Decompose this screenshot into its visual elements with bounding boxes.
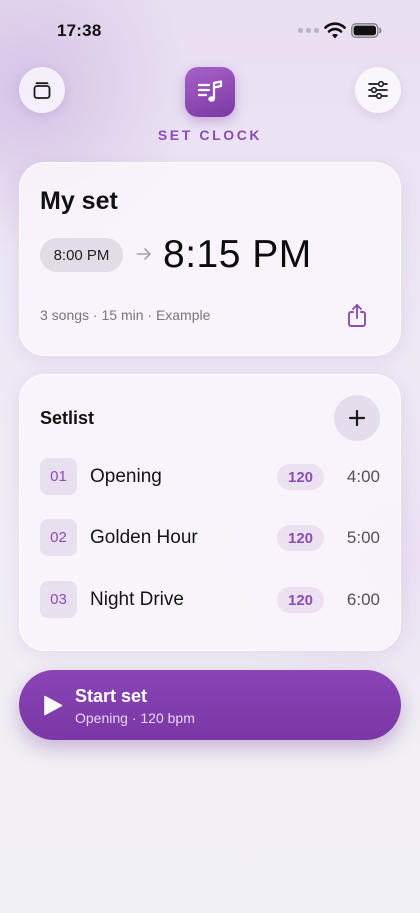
- end-time: 8:15 PM: [163, 233, 312, 276]
- play-icon: [44, 695, 63, 716]
- battery-icon: [351, 23, 382, 38]
- song-title: Night Drive: [90, 589, 184, 610]
- song-row[interactable]: 01 Opening 120 4:00: [19, 457, 401, 497]
- song-row[interactable]: 03 Night Drive 120 6:00: [19, 580, 401, 620]
- wifi-icon: [324, 22, 346, 39]
- app-title: SET CLOCK: [157, 127, 263, 143]
- song-number: 03: [40, 581, 77, 618]
- setlist-card: Setlist 01 Opening 120 4:00 02 Golden Ho…: [19, 374, 401, 651]
- stack-icon: [33, 82, 51, 99]
- song-row[interactable]: 02 Golden Hour 120 5:00: [19, 518, 401, 558]
- bpm-badge: 120: [277, 464, 324, 490]
- song-duration: 6:00: [346, 590, 380, 609]
- arrow-right-icon: [136, 248, 151, 260]
- start-set-label: Start set: [75, 686, 148, 706]
- settings-button[interactable]: [355, 67, 401, 113]
- bpm-badge: 120: [277, 587, 324, 613]
- cellular-dots-icon: [298, 28, 320, 36]
- set-meta: 3 songs · 15 min · Example: [40, 307, 211, 323]
- app-logo: [185, 67, 235, 117]
- share-icon[interactable]: [344, 302, 370, 330]
- sliders-icon: [368, 80, 388, 100]
- song-number: 02: [40, 519, 77, 556]
- plus-icon: [348, 409, 366, 427]
- song-duration: 4:00: [346, 467, 380, 486]
- add-song-button[interactable]: [334, 395, 380, 441]
- set-name: My set: [40, 187, 118, 215]
- bpm-badge: 120: [277, 525, 324, 551]
- song-number: 01: [40, 458, 77, 495]
- song-title: Opening: [90, 466, 162, 487]
- library-button[interactable]: [19, 67, 65, 113]
- start-set-button[interactable]: Start set Opening · 120 bpm: [19, 670, 401, 740]
- start-time-pill[interactable]: 8:00 PM: [40, 238, 123, 272]
- song-duration: 5:00: [346, 528, 380, 547]
- start-set-subtitle: Opening · 120 bpm: [75, 710, 195, 726]
- status-bar: 17:38: [0, 0, 420, 60]
- music-list-icon: [197, 80, 223, 102]
- setlist-title: Setlist: [40, 408, 95, 428]
- song-title: Golden Hour: [90, 527, 198, 548]
- set-card: My set 8:00 PM 8:15 PM 3 songs · 15 min …: [19, 162, 401, 356]
- status-time: 17:38: [57, 21, 102, 40]
